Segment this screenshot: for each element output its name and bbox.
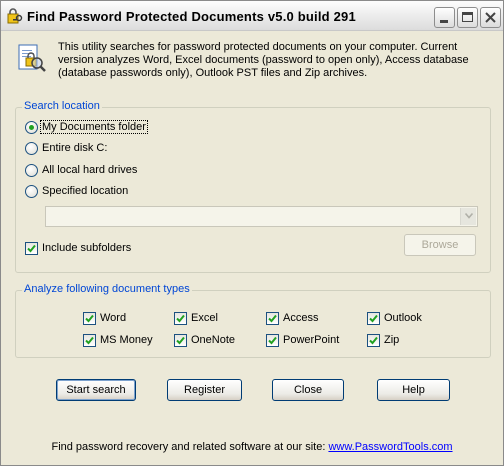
minimize-button[interactable] [434, 7, 455, 28]
website-link[interactable]: www.PasswordTools.com [328, 441, 452, 453]
checkbox-label: Include subfolders [42, 242, 132, 254]
checkbox-access[interactable]: Access [266, 310, 318, 326]
include-subfolders-checkbox[interactable]: Include subfolders [25, 240, 131, 256]
checkbox-label: MS Money [100, 334, 153, 346]
checkbox-zip[interactable]: Zip [367, 332, 399, 348]
start-search-button[interactable]: Start search [56, 379, 136, 401]
radio-button[interactable] [25, 141, 38, 155]
checkbox[interactable] [266, 311, 279, 325]
checkmark-icon [85, 336, 94, 344]
maximize-icon [462, 12, 473, 22]
radio-entire-disk[interactable]: Entire disk C: [25, 140, 108, 156]
checkbox-excel[interactable]: Excel [174, 310, 218, 326]
register-button[interactable]: Register [167, 379, 242, 401]
checkbox-powerpoint[interactable]: PowerPoint [266, 332, 339, 348]
checkbox-label: PowerPoint [283, 334, 340, 346]
checkmark-icon [176, 314, 185, 322]
minimize-icon [440, 20, 448, 23]
checkbox-outlook[interactable]: Outlook [367, 310, 422, 326]
checkmark-icon [176, 336, 185, 344]
chevron-down-icon [465, 213, 473, 219]
radio-button[interactable] [25, 163, 38, 177]
radio-specified-location[interactable]: Specified location [25, 183, 129, 199]
checkmark-icon [268, 336, 277, 344]
close-button[interactable]: Close [272, 379, 344, 401]
maximize-button[interactable] [457, 7, 478, 28]
document-search-icon [18, 44, 46, 72]
checkmark-icon [369, 336, 378, 344]
checkbox-onenote[interactable]: OneNote [174, 332, 235, 348]
window-title: Find Password Protected Documents v5.0 b… [27, 9, 356, 24]
checkbox-label: Excel [191, 312, 218, 324]
radio-label: Entire disk C: [42, 142, 108, 154]
document-types-title: Analyze following document types [22, 283, 192, 295]
checkmark-icon [369, 314, 378, 322]
checkmark-icon [27, 244, 36, 252]
radio-all-drives[interactable]: All local hard drives [25, 162, 138, 178]
checkbox-ms-money[interactable]: MS Money [83, 332, 153, 348]
close-icon [485, 12, 496, 23]
location-combo[interactable] [45, 206, 478, 227]
checkbox[interactable] [25, 241, 38, 255]
footer: Find password recovery and related softw… [1, 441, 503, 453]
checkbox-label: Word [100, 312, 127, 324]
radio-my-documents[interactable]: My Documents folder [25, 119, 148, 135]
browse-button[interactable]: Browse [404, 234, 476, 256]
radio-label: My Documents folder [40, 120, 148, 134]
checkbox-label: Outlook [384, 312, 422, 324]
checkbox-label: Zip [384, 334, 400, 346]
checkmark-icon [268, 314, 277, 322]
checkbox[interactable] [174, 311, 187, 325]
radio-button[interactable] [25, 184, 38, 198]
radio-label: Specified location [42, 185, 129, 197]
lock-key-icon [7, 8, 23, 24]
radio-button[interactable] [25, 120, 38, 134]
close-window-button[interactable] [480, 7, 501, 28]
checkbox[interactable] [174, 333, 187, 347]
checkbox-label: OneNote [191, 334, 236, 346]
checkmark-icon [85, 314, 94, 322]
search-location-title: Search location [22, 100, 102, 112]
intro-description: This utility searches for password prote… [58, 41, 469, 79]
checkbox[interactable] [367, 333, 380, 347]
combo-dropdown-button[interactable] [460, 208, 476, 225]
title-bar[interactable]: Find Password Protected Documents v5.0 b… [1, 1, 503, 31]
help-button[interactable]: Help [377, 379, 450, 401]
checkbox[interactable] [367, 311, 380, 325]
checkbox-word[interactable]: Word [83, 310, 126, 326]
footer-text: Find password recovery and related softw… [51, 441, 329, 453]
checkbox[interactable] [83, 311, 96, 325]
radio-label: All local hard drives [42, 164, 138, 176]
checkbox[interactable] [83, 333, 96, 347]
checkbox[interactable] [266, 333, 279, 347]
main-window: Find Password Protected Documents v5.0 b… [0, 0, 504, 466]
checkbox-label: Access [283, 312, 319, 324]
